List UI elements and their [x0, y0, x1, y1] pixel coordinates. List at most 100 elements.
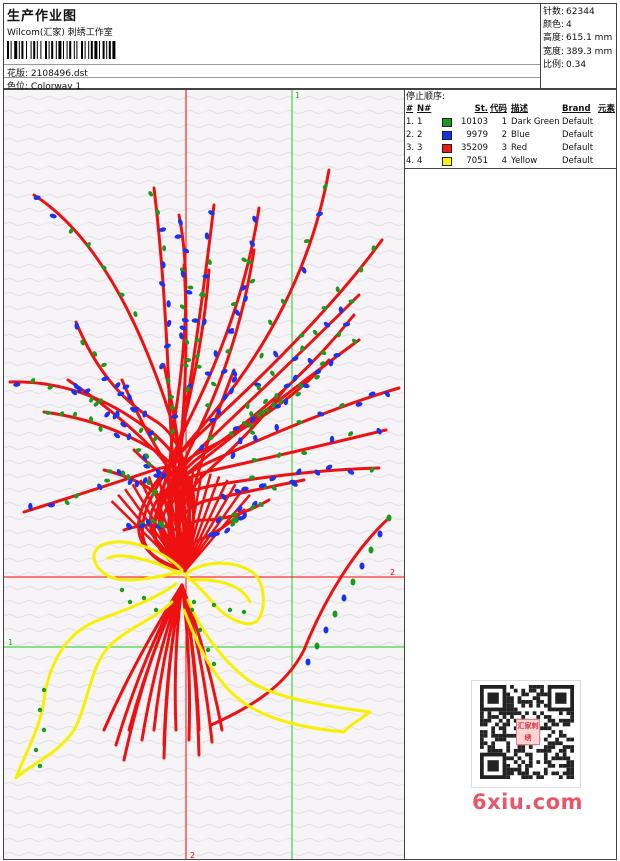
qr-module: [480, 715, 484, 719]
ribbon-dot: [41, 727, 47, 733]
green-leaf: [276, 452, 282, 459]
stop-sequence-panel: 停止顺序: # N# St. 代码 描述 Brand 元素 1. 1 10103 1 D…: [405, 89, 617, 169]
qr-module: [547, 763, 552, 768]
row-code: 4: [501, 156, 507, 166]
qr-module: [540, 700, 544, 704]
row-code: 2: [501, 130, 507, 140]
table-row[interactable]: 3. 3 35209 3 Red Default: [406, 142, 616, 155]
qr-module: [551, 722, 556, 727]
qr-module: [525, 692, 529, 697]
ribbon-dot: [141, 595, 147, 601]
qr-module: [570, 718, 574, 723]
qr-module: [480, 733, 484, 738]
qr-module: [506, 745, 511, 749]
qr-module: [551, 763, 556, 768]
qr-module: [502, 711, 507, 716]
col-code: 代码: [489, 104, 507, 114]
qr-module: [543, 760, 548, 764]
qr-module: [570, 737, 574, 742]
qr-module: [540, 748, 544, 753]
qr-module: [491, 745, 496, 749]
qr-module: [543, 748, 548, 753]
qr-module: [555, 741, 559, 746]
qr-module: [566, 763, 571, 768]
texture-line: [4, 768, 404, 772]
qr-module: [540, 692, 544, 697]
qr-module: [547, 741, 552, 746]
qr-module: [547, 745, 552, 749]
qr-module: [480, 711, 484, 716]
qr-module: [570, 767, 574, 772]
qr-module: [517, 748, 522, 753]
row-brand: Default: [562, 156, 594, 166]
row-brand: Default: [562, 130, 594, 140]
qr-module: [480, 745, 484, 749]
stat-stitches: 针数: 62344: [543, 7, 595, 17]
stat-colors: 颜色: 4: [543, 20, 572, 31]
qr-module: [517, 756, 522, 761]
qr-module: [562, 722, 567, 727]
qr-module: [506, 763, 511, 768]
row-swatch: [442, 129, 458, 142]
blue-bud: [49, 213, 57, 219]
color-swatch: [442, 118, 452, 127]
qr-module: [558, 718, 563, 723]
qr-module: [506, 711, 511, 716]
qr-module: [506, 700, 511, 704]
stop-sequence-title: 停止顺序:: [406, 92, 446, 102]
texture-line: [4, 208, 404, 212]
texture-line: [4, 138, 404, 142]
green-leaf: [314, 642, 320, 650]
embroidery-design: 1 2 1 2: [4, 90, 404, 859]
qr-badge: 汇家刺绣: [516, 719, 540, 745]
green-leaf: [205, 403, 212, 408]
qr-module: [547, 760, 552, 764]
blue-bud: [341, 594, 347, 602]
qr-module: [551, 718, 556, 723]
qr-module: [540, 685, 544, 689]
qr-module: [513, 760, 518, 764]
qr-module: [510, 756, 514, 761]
ribbon-dot: [127, 599, 133, 605]
qr-module: [487, 711, 492, 716]
qr-module: [502, 726, 507, 731]
row-brand: Default: [562, 143, 594, 153]
qr-module: [521, 775, 526, 779]
ribbon-dot: [205, 647, 211, 653]
ribbon-dot: [37, 763, 43, 769]
qr-module: [506, 775, 511, 779]
table-row[interactable]: 1. 1 10103 1 Dark Green Default: [406, 116, 616, 129]
table-row[interactable]: 4. 4 7051 4 Yellow Default: [406, 155, 616, 168]
qr-module: [525, 767, 529, 772]
qr-module: [551, 730, 556, 734]
texture-line: [4, 782, 404, 786]
qr-module: [566, 745, 571, 749]
row-stitches: 7051: [466, 156, 488, 166]
qr-module: [495, 733, 499, 738]
table-row[interactable]: 2. 2 9979 2 Blue Default: [406, 129, 616, 142]
qr-module: [566, 767, 571, 772]
texture-line: [4, 852, 404, 856]
qr-module: [536, 748, 541, 753]
qr-module: [536, 692, 541, 697]
barcode-bar: [76, 41, 78, 59]
guide-label-v1: 1: [295, 91, 300, 100]
qr-module: [521, 748, 526, 753]
row-code: 3: [501, 143, 507, 153]
texture-line: [4, 838, 404, 842]
qr-module: [510, 767, 514, 772]
qr-module: [517, 700, 522, 704]
qr-module: [566, 760, 571, 764]
qr-module: [532, 685, 537, 689]
qr-module: [517, 771, 522, 776]
design-canvas[interactable]: 1 2 1 2: [3, 89, 405, 860]
barcode: [7, 41, 116, 59]
qr-module: [555, 722, 559, 727]
green-leaf: [162, 245, 167, 252]
qr-module: [513, 707, 518, 712]
qr-module: [513, 711, 518, 716]
barcode-bar: [88, 41, 90, 59]
qr-module: [487, 745, 492, 749]
green-leaf: [104, 478, 111, 483]
qr-module: [543, 737, 548, 742]
